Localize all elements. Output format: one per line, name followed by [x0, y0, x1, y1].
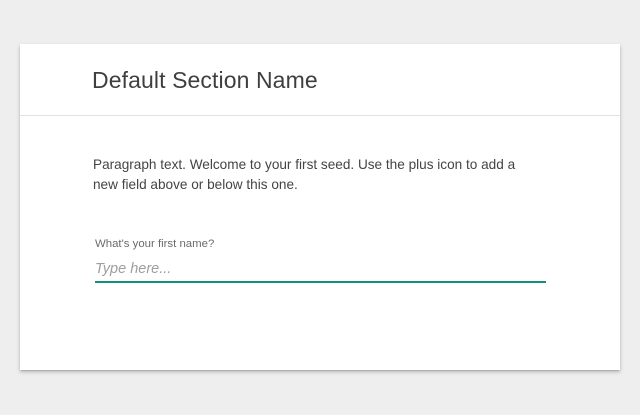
section-header: Default Section Name	[20, 44, 620, 116]
section-title: Default Section Name	[92, 67, 318, 93]
first-name-field: What's your first name?	[95, 237, 546, 283]
section-card: Default Section Name Paragraph text. Wel…	[20, 44, 620, 370]
paragraph-text: Paragraph text. Welcome to your first se…	[93, 157, 516, 192]
first-name-input[interactable]	[95, 257, 546, 283]
first-name-label: What's your first name?	[95, 238, 215, 250]
section-body: Paragraph text. Welcome to your first se…	[20, 117, 620, 370]
